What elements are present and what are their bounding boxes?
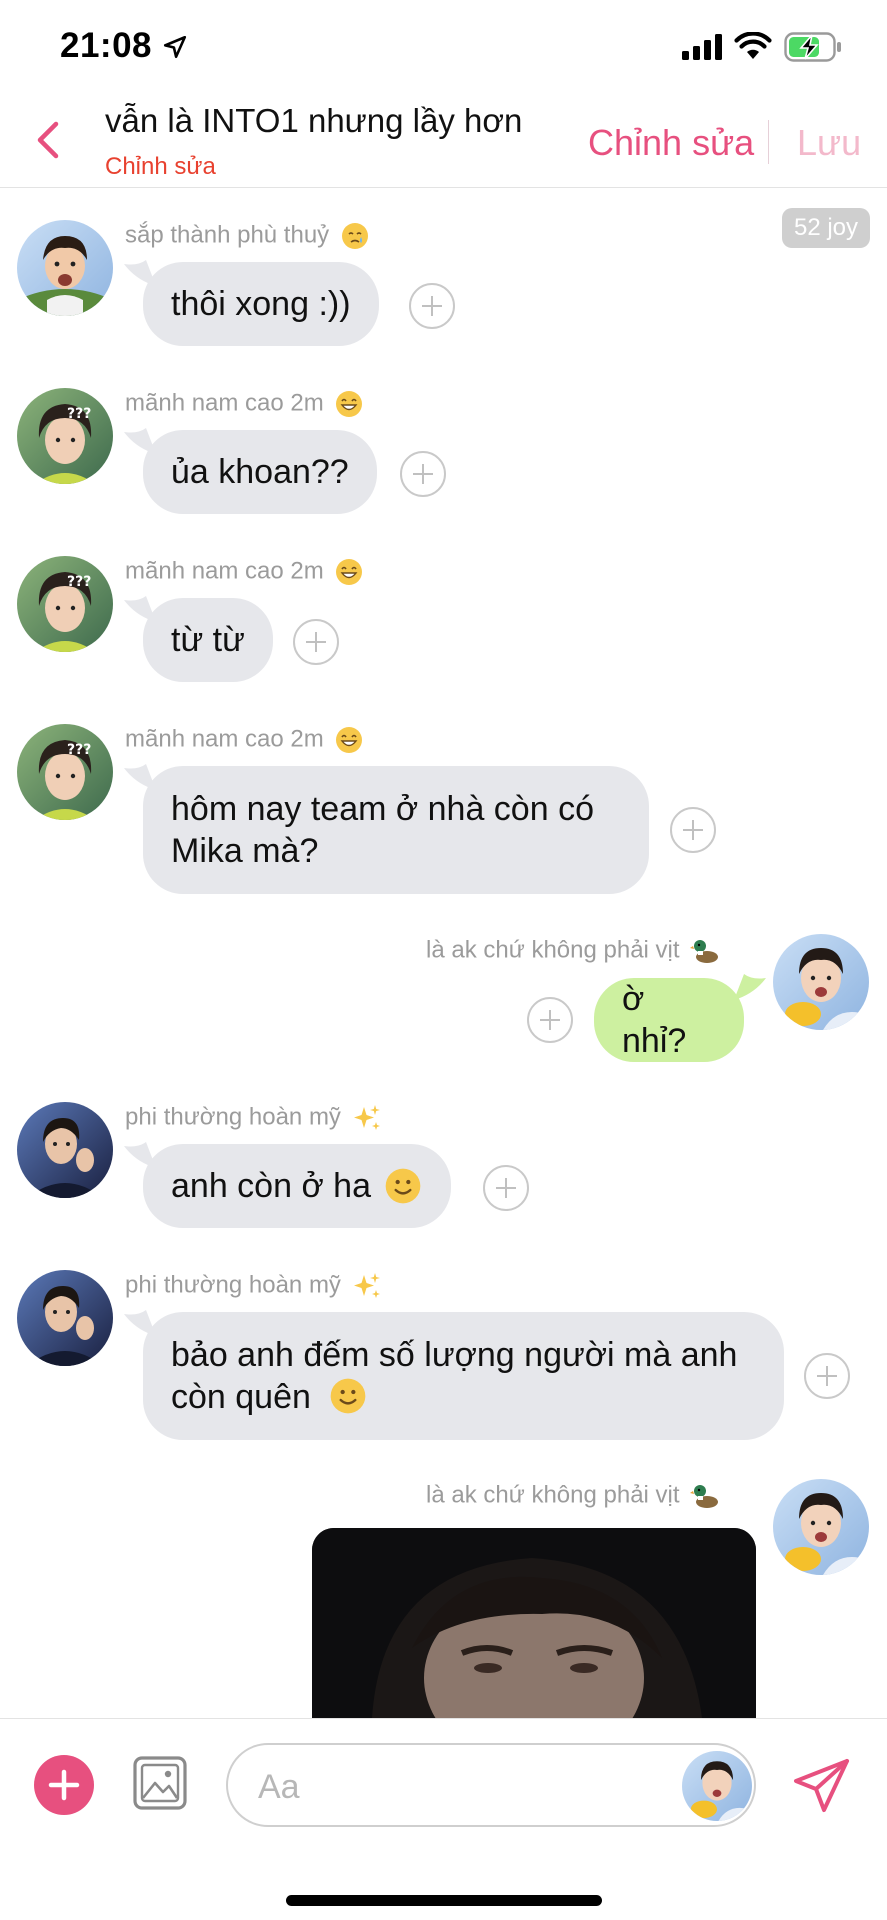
avatar-photo: [17, 1270, 113, 1366]
message-line: Mika mà?: [171, 832, 319, 870]
add-reaction-button[interactable]: [804, 1353, 850, 1399]
status-bar: 21:08: [0, 0, 887, 96]
battery-charging-icon: [784, 32, 841, 62]
photo-message[interactable]: [312, 1528, 756, 1718]
message-bubble[interactable]: hôm nay team ở nhà còn có Mika mà?: [143, 766, 649, 894]
slightly-smiling-face-emoji-icon: [385, 1168, 421, 1204]
edit-button[interactable]: Chỉnh sửa: [588, 122, 754, 164]
message-sender: mãnh nam cao 2m: [125, 725, 364, 755]
add-reaction-button[interactable]: [670, 807, 716, 853]
photo-image: [312, 1528, 756, 1718]
message-bubble[interactable]: thôi xong :)): [143, 262, 379, 346]
avatar-photo: [17, 220, 113, 316]
avatar-photo: [773, 934, 869, 1030]
message-text: anh còn ở ha: [171, 1167, 371, 1205]
chat-subtitle-edit-link[interactable]: Chỉnh sửa: [105, 153, 216, 181]
svg-text:???: ???: [67, 742, 91, 758]
avatar[interactable]: [17, 220, 113, 316]
message-bubble[interactable]: ủa khoan??: [143, 430, 377, 514]
avatar[interactable]: ???: [17, 388, 113, 484]
plus-icon: [48, 1769, 80, 1801]
wifi-icon: [734, 32, 772, 59]
grinning-face-emoji-icon: [336, 727, 363, 753]
location-arrow-icon: [163, 35, 187, 59]
message-bubble[interactable]: bảo anh đếm số lượng người mà anh còn qu…: [143, 1312, 784, 1440]
message-line: bảo anh đếm số lượng người mà anh: [171, 1336, 738, 1374]
add-reaction-button[interactable]: [400, 451, 446, 497]
header-divider: [768, 120, 769, 164]
avatar-photo: ???: [17, 556, 113, 652]
message-sender: mãnh nam cao 2m: [125, 557, 364, 587]
avatar-photo: [682, 1751, 752, 1821]
sparkles-emoji-icon: [353, 1273, 380, 1298]
slightly-smiling-face-emoji-icon: [331, 1378, 366, 1414]
message-sender: phi thường hoàn mỹ: [125, 1103, 382, 1133]
my-avatar[interactable]: [773, 1479, 869, 1575]
home-indicator: [286, 1895, 602, 1906]
add-attachment-button[interactable]: [34, 1755, 94, 1815]
persona-avatar-button[interactable]: [682, 1751, 752, 1821]
message-sender: sắp thành phù thuỷ: [125, 221, 370, 251]
avatar-photo: [773, 1479, 869, 1575]
crying-face-emoji-icon: [341, 223, 368, 249]
message-input[interactable]: [258, 1765, 638, 1809]
message-sender: mãnh nam cao 2m: [125, 389, 364, 419]
message-line-with-emoji: còn quên: [171, 1376, 368, 1418]
image-gallery-icon[interactable]: [132, 1755, 188, 1811]
message-sender: là ak chứ không phải vịt: [426, 936, 720, 966]
save-button[interactable]: Lưu: [797, 122, 861, 164]
composer-bar: [0, 1718, 887, 1920]
grinning-face-emoji-icon: [336, 391, 363, 417]
add-reaction-button[interactable]: [527, 997, 573, 1043]
message-line: còn quên: [171, 1378, 311, 1416]
bubble-tail: [734, 974, 766, 1000]
send-icon[interactable]: [792, 1755, 852, 1815]
joy-count-badge: 52 joy: [782, 208, 870, 248]
message-sender: là ak chứ không phải vịt: [426, 1481, 720, 1511]
avatar[interactable]: ???: [17, 556, 113, 652]
sparkles-emoji-icon: [353, 1105, 380, 1130]
add-reaction-button[interactable]: [483, 1165, 529, 1211]
my-avatar[interactable]: [773, 934, 869, 1030]
svg-text:???: ???: [67, 406, 91, 422]
avatar-photo: ???: [17, 724, 113, 820]
status-time: 21:08: [60, 26, 153, 65]
grinning-face-emoji-icon: [336, 559, 363, 585]
message-line: hôm nay team ở nhà còn có: [171, 790, 594, 828]
add-reaction-button[interactable]: [409, 283, 455, 329]
my-message-bubble[interactable]: ờ nhỉ?: [594, 978, 744, 1062]
duck-emoji-icon: [690, 940, 719, 963]
signal-icon: [682, 34, 722, 60]
chat-header: vẫn là INTO1 nhưng lầy hơn Chỉnh sửa Chỉ…: [0, 96, 887, 188]
avatar[interactable]: ???: [17, 724, 113, 820]
svg-text:???: ???: [67, 574, 91, 590]
message-bubble[interactable]: anh còn ở ha: [143, 1144, 451, 1228]
avatar-photo: ???: [17, 388, 113, 484]
duck-emoji-icon: [690, 1485, 719, 1508]
message-bubble[interactable]: từ từ: [143, 598, 273, 682]
avatar-photo: [17, 1102, 113, 1198]
chat-title: vẫn là INTO1 nhưng lầy hơn: [105, 102, 523, 139]
message-sender: phi thường hoàn mỹ: [125, 1271, 382, 1301]
avatar[interactable]: [17, 1270, 113, 1366]
add-reaction-button[interactable]: [293, 619, 339, 665]
message-input-container: [226, 1743, 756, 1827]
back-chevron-icon[interactable]: [30, 118, 66, 162]
avatar[interactable]: [17, 1102, 113, 1198]
